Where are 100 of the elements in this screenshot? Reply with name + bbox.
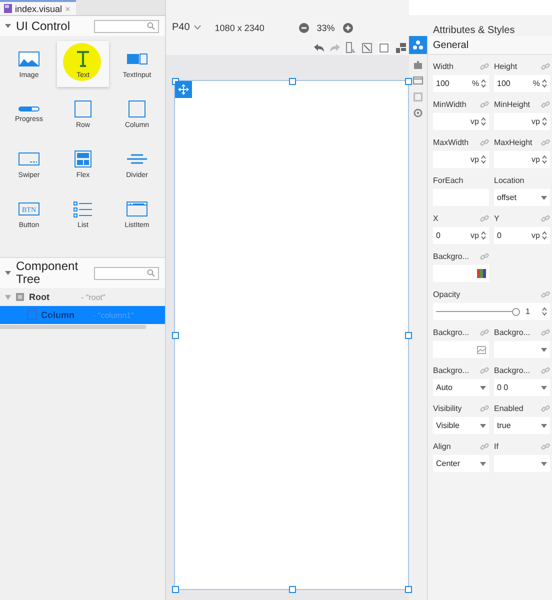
caret-icon[interactable] xyxy=(480,386,486,390)
dropdown[interactable]: 0 0 xyxy=(494,379,550,396)
number-field[interactable]: vp xyxy=(433,151,489,168)
color-palette-icon xyxy=(477,269,486,278)
number-field[interactable]: 100 % xyxy=(433,75,489,92)
field-label: Location xyxy=(494,176,524,185)
dropdown[interactable]: true xyxy=(494,417,550,434)
move-icon xyxy=(178,84,189,95)
settings-icon[interactable] xyxy=(413,108,423,118)
resize-handle[interactable] xyxy=(172,332,179,339)
caret-icon[interactable] xyxy=(541,386,547,390)
field-label: MaxWidth xyxy=(433,138,469,147)
caret-icon xyxy=(5,294,11,300)
chevron-icon xyxy=(194,25,201,30)
resize-handle[interactable] xyxy=(405,586,412,593)
field-label: Visibility xyxy=(433,404,462,413)
number-field[interactable]: vp xyxy=(433,113,489,130)
device-dropdown[interactable]: P40 xyxy=(172,22,190,33)
spinner-icon[interactable] xyxy=(542,155,547,164)
zoom-out-icon[interactable] xyxy=(298,22,309,32)
caret-icon[interactable] xyxy=(5,271,11,275)
caret-icon[interactable] xyxy=(541,348,547,352)
field-label: Height xyxy=(494,62,518,71)
spinner-icon[interactable] xyxy=(481,79,486,88)
image-icon xyxy=(18,50,40,68)
field-label: Backgro... xyxy=(433,252,470,261)
nodes-icon[interactable] xyxy=(413,40,423,50)
color-field[interactable] xyxy=(433,265,489,282)
number-field[interactable]: 0 vp xyxy=(433,227,489,244)
field-label: Width xyxy=(433,62,454,71)
swiper-icon xyxy=(18,150,40,168)
square-icon xyxy=(126,100,148,118)
panel-title: UI Control xyxy=(16,20,72,32)
section-title: General xyxy=(428,36,552,55)
zoom-in-icon[interactable] xyxy=(342,22,353,32)
phone-rotate-icon[interactable] xyxy=(346,42,356,53)
field-label: If xyxy=(494,442,498,451)
flex-layout-icon xyxy=(72,150,94,168)
puzzle-icon[interactable] xyxy=(413,60,423,70)
caret-icon[interactable] xyxy=(541,462,547,466)
file-icon xyxy=(4,4,12,13)
card-icon[interactable] xyxy=(413,76,423,86)
field-label: X xyxy=(433,214,438,223)
field-label: Backgro... xyxy=(433,366,470,375)
panel-title: Attributes & Styles xyxy=(409,15,552,36)
spinner-icon[interactable] xyxy=(481,231,486,240)
move-handle[interactable] xyxy=(175,81,192,98)
field-label: MaxHeight xyxy=(494,138,532,147)
field-label: MinHeight xyxy=(494,100,530,109)
progress-bar-icon xyxy=(18,106,40,112)
spinner-icon[interactable] xyxy=(481,155,486,164)
number-field[interactable]: vp xyxy=(494,151,550,168)
field-label: Backgro... xyxy=(433,328,470,337)
field-label: Align xyxy=(433,442,451,451)
field-label: ForEach xyxy=(433,176,464,185)
tree-item[interactable]: Root - "root" xyxy=(0,288,165,306)
resize-handle[interactable] xyxy=(405,332,412,339)
field-label: Backgro... xyxy=(494,328,530,337)
number-field[interactable]: 100 % xyxy=(494,75,550,92)
search-field[interactable] xyxy=(94,20,159,32)
spinner-icon[interactable] xyxy=(542,79,547,88)
undo-icon[interactable] xyxy=(314,44,324,52)
listitem-icon xyxy=(126,200,148,218)
image-icon xyxy=(477,346,486,354)
spinner-icon[interactable] xyxy=(481,117,486,126)
field-label: MinWidth xyxy=(433,100,466,109)
search-icon xyxy=(147,22,155,30)
list-icon xyxy=(72,200,94,218)
dropdown[interactable]: Center xyxy=(433,455,489,472)
search-field[interactable] xyxy=(94,266,159,280)
zoom-level: 33% xyxy=(316,22,335,32)
caret-icon[interactable] xyxy=(480,424,486,428)
frame-icon[interactable] xyxy=(378,42,390,54)
search-icon xyxy=(147,269,155,277)
file-tab[interactable]: index.visual × xyxy=(0,0,76,15)
spinner-icon[interactable] xyxy=(542,231,547,240)
resize-handle[interactable] xyxy=(172,586,179,593)
dropdown[interactable]: Auto xyxy=(433,379,489,396)
field-label: Y xyxy=(494,214,500,223)
caret-icon[interactable] xyxy=(541,196,547,200)
opacity-slider[interactable]: 1 xyxy=(433,303,550,320)
dropdown[interactable]: Visible xyxy=(433,417,489,434)
field-label: Backgro... xyxy=(494,366,530,375)
image-field[interactable] xyxy=(433,341,489,358)
caret-icon[interactable] xyxy=(541,424,547,428)
resize-handle[interactable] xyxy=(288,586,296,593)
resize-icon[interactable] xyxy=(362,42,372,52)
dropdown[interactable]: offset xyxy=(494,189,550,206)
caret-icon[interactable] xyxy=(5,24,11,28)
resize-handle[interactable] xyxy=(288,78,296,85)
caret-icon[interactable] xyxy=(480,462,486,466)
spinner-icon[interactable] xyxy=(542,307,547,316)
square-icon xyxy=(72,100,94,118)
number-field[interactable]: vp xyxy=(494,113,550,130)
field-label: Enabled xyxy=(494,404,524,413)
resize-handle[interactable] xyxy=(405,78,412,85)
spinner-icon[interactable] xyxy=(542,117,547,126)
panel-title: Component Tree xyxy=(16,260,80,286)
number-field[interactable]: 0 vp xyxy=(494,227,550,244)
layout-icon[interactable] xyxy=(396,42,406,52)
